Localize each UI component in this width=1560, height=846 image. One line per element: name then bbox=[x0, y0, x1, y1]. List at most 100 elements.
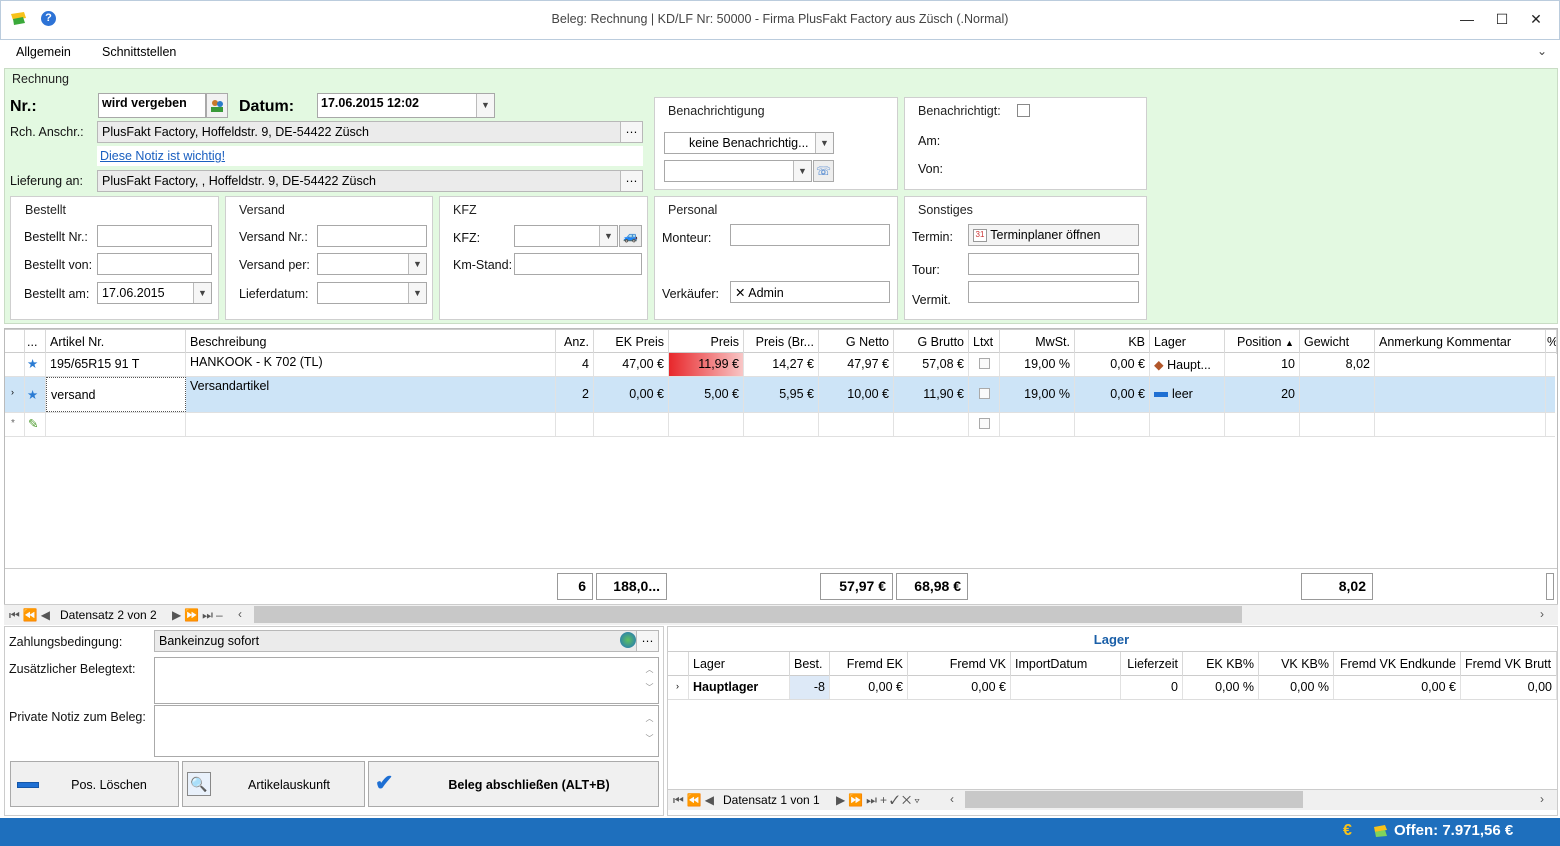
kfz-select[interactable]: ▼ bbox=[514, 225, 618, 247]
table-row-selected[interactable]: › ★ versand Versandartikel 2 0,00 € 5,00… bbox=[5, 377, 1555, 413]
cell-beschreibung[interactable] bbox=[186, 413, 556, 436]
cell-g-netto[interactable]: 47,97 € bbox=[819, 353, 894, 376]
zahlung-field[interactable]: Bankeinzug sofort … bbox=[154, 630, 659, 652]
lager-cell-fremd-vk[interactable]: 0,00 € bbox=[908, 676, 1011, 699]
col-ek-preis[interactable]: EK Preis bbox=[594, 330, 669, 354]
cell-mwst[interactable]: 19,00 % bbox=[1000, 377, 1075, 412]
cell-artikel-nr[interactable]: versand bbox=[46, 377, 186, 412]
cell-g-netto[interactable]: 10,00 € bbox=[819, 377, 894, 412]
notiz-field[interactable]: ︿ ﹀ bbox=[154, 705, 659, 757]
lager-col-fremd-vk-brutto[interactable]: Fremd VK Brutt bbox=[1461, 652, 1557, 676]
col-beschreibung[interactable]: Beschreibung bbox=[186, 330, 556, 354]
bestellt-nr-field[interactable] bbox=[97, 225, 212, 247]
cell-position[interactable]: 10 bbox=[1225, 353, 1300, 376]
chevron-down-icon[interactable]: ⌄ bbox=[1537, 44, 1547, 58]
col-anz[interactable]: Anz. bbox=[556, 330, 594, 354]
cell-kb[interactable]: 0,00 € bbox=[1075, 353, 1150, 376]
textarea-scrollbar[interactable]: ︿ ﹀ bbox=[641, 658, 658, 703]
chevron-down-icon[interactable]: ▼ bbox=[408, 254, 426, 274]
globe-icon[interactable] bbox=[620, 632, 636, 648]
minimize-button[interactable]: — bbox=[1452, 8, 1482, 30]
nav-next-last-edit-icons[interactable]: ▶⏩⏭+✓✕▿ bbox=[836, 793, 923, 808]
cell-gewicht[interactable]: 8,02 bbox=[1300, 353, 1375, 376]
people-icon[interactable] bbox=[206, 93, 228, 118]
table-row[interactable]: ★ 195/65R15 91 T HANKOOK - K 702 (TL) 4 … bbox=[5, 353, 1555, 377]
lager-table-row[interactable]: › Hauptlager -8 0,00 € 0,00 € 0 0,00 % 0… bbox=[668, 676, 1557, 700]
liefer-field[interactable]: PlusFakt Factory, , Hoffeldstr. 9, DE-54… bbox=[97, 170, 643, 192]
cell-kb[interactable] bbox=[1075, 413, 1150, 436]
nav-next-last-icons[interactable]: ▶⏩⏭– bbox=[172, 608, 226, 623]
cell-anz[interactable] bbox=[556, 413, 594, 436]
col-lager[interactable]: Lager bbox=[1150, 330, 1225, 354]
col-artikel-nr[interactable]: Artikel Nr. bbox=[46, 330, 186, 354]
km-stand-field[interactable] bbox=[514, 253, 642, 275]
col-g-brutto[interactable]: G Brutto bbox=[894, 330, 969, 354]
col-menu[interactable]: ... bbox=[25, 330, 46, 354]
lager-horizontal-scroll-thumb[interactable] bbox=[965, 791, 1303, 808]
cell-beschreibung[interactable]: Versandartikel bbox=[186, 377, 556, 412]
cell-artikel-nr[interactable]: 195/65R15 91 T bbox=[46, 353, 186, 376]
cell-anmerkung[interactable] bbox=[1375, 353, 1546, 376]
col-gewicht[interactable]: Gewicht bbox=[1300, 330, 1375, 354]
chevron-down-icon[interactable]: ▼ bbox=[599, 226, 617, 246]
lieferdatum-field[interactable]: ▼ bbox=[317, 282, 427, 304]
cell-ltxt[interactable] bbox=[969, 413, 1000, 436]
chevron-down-icon[interactable]: ▼ bbox=[193, 283, 211, 303]
lager-cell-fremd-vk-brutto[interactable]: 0,00 bbox=[1461, 676, 1557, 699]
col-mwst[interactable]: MwSt. bbox=[1000, 330, 1075, 354]
scroll-left-icon[interactable]: ‹ bbox=[950, 792, 954, 806]
menu-schnittstellen[interactable]: Schnittstellen bbox=[102, 45, 176, 59]
col-ltxt[interactable]: Ltxt bbox=[969, 330, 1000, 354]
benachrichtigung-select[interactable]: keine Benachrichtig... ▼ bbox=[664, 132, 834, 154]
chevron-down-icon[interactable]: ▼ bbox=[476, 94, 494, 117]
terminplaner-button[interactable]: 31 Terminplaner öffnen bbox=[968, 224, 1139, 246]
car-icon[interactable]: 🚙 bbox=[619, 225, 642, 247]
anschr-field[interactable]: PlusFakt Factory, Hoffeldstr. 9, DE-5442… bbox=[97, 121, 643, 143]
monteur-field[interactable] bbox=[730, 224, 890, 246]
nav-first-prev-icons[interactable]: ⏮⏪◀ bbox=[9, 608, 53, 623]
cell-lager[interactable]: leer bbox=[1150, 377, 1225, 412]
more-button[interactable]: … bbox=[620, 122, 642, 142]
cell-gewicht[interactable] bbox=[1300, 377, 1375, 412]
col-preis-brutto[interactable]: Preis (Br... bbox=[744, 330, 819, 354]
cell-g-brutto[interactable]: 11,90 € bbox=[894, 377, 969, 412]
lager-cell-fremd-vk-endkunde[interactable]: 0,00 € bbox=[1334, 676, 1461, 699]
cell-beschreibung[interactable]: HANKOOK - K 702 (TL) bbox=[186, 353, 556, 376]
benachrichtigt-checkbox[interactable] bbox=[1017, 104, 1030, 117]
maximize-button[interactable]: ☐ bbox=[1487, 8, 1517, 30]
cell-ltxt[interactable] bbox=[969, 377, 1000, 412]
lager-col-fremd-vk-endkunde[interactable]: Fremd VK Endkunde bbox=[1334, 652, 1461, 676]
tour-field[interactable] bbox=[968, 253, 1139, 275]
cell-g-brutto[interactable]: 57,08 € bbox=[894, 353, 969, 376]
lager-cell-vk-kb[interactable]: 0,00 % bbox=[1259, 676, 1334, 699]
lager-col-best[interactable]: Best. bbox=[790, 652, 830, 676]
datum-field[interactable]: 17.06.2015 12:02 ▼ bbox=[317, 93, 495, 118]
lager-cell-import[interactable] bbox=[1011, 676, 1121, 699]
cell-kb[interactable]: 0,00 € bbox=[1075, 377, 1150, 412]
lager-col-lager[interactable]: Lager bbox=[689, 652, 790, 676]
cell-g-brutto[interactable] bbox=[894, 413, 969, 436]
cell-artikel-nr[interactable] bbox=[46, 413, 186, 436]
cell-ltxt[interactable] bbox=[969, 353, 1000, 376]
cell-g-netto[interactable] bbox=[819, 413, 894, 436]
cell-anmerkung[interactable] bbox=[1375, 413, 1546, 436]
col-position[interactable]: Position ▲ bbox=[1225, 330, 1300, 354]
note-link[interactable]: Diese Notiz ist wichtig! bbox=[97, 146, 643, 166]
lager-cell-fremd-ek[interactable]: 0,00 € bbox=[830, 676, 908, 699]
versand-per-select[interactable]: ▼ bbox=[317, 253, 427, 275]
scroll-right-icon[interactable]: › bbox=[1540, 607, 1544, 621]
lager-col-vk-kb[interactable]: VK KB% bbox=[1259, 652, 1334, 676]
cell-ek-preis[interactable]: 47,00 € bbox=[594, 353, 669, 376]
cell-mwst[interactable] bbox=[1000, 413, 1075, 436]
cell-position[interactable]: 20 bbox=[1225, 377, 1300, 412]
new-row[interactable]: * ✎ bbox=[5, 413, 1555, 437]
bestellt-von-field[interactable] bbox=[97, 253, 212, 275]
lager-col-fremd-vk[interactable]: Fremd VK bbox=[908, 652, 1011, 676]
benachrichtigung-contact-select[interactable]: ▼ bbox=[664, 160, 812, 182]
nav-first-prev-icons[interactable]: ⏮⏪◀ bbox=[673, 793, 717, 808]
artikelauskunft-button[interactable]: 🔍 Artikelauskunft bbox=[182, 761, 365, 807]
more-button[interactable]: … bbox=[620, 171, 642, 191]
chevron-down-icon[interactable]: ▼ bbox=[815, 133, 833, 153]
cell-lager[interactable] bbox=[1150, 413, 1225, 436]
cell-ek-preis[interactable] bbox=[594, 413, 669, 436]
